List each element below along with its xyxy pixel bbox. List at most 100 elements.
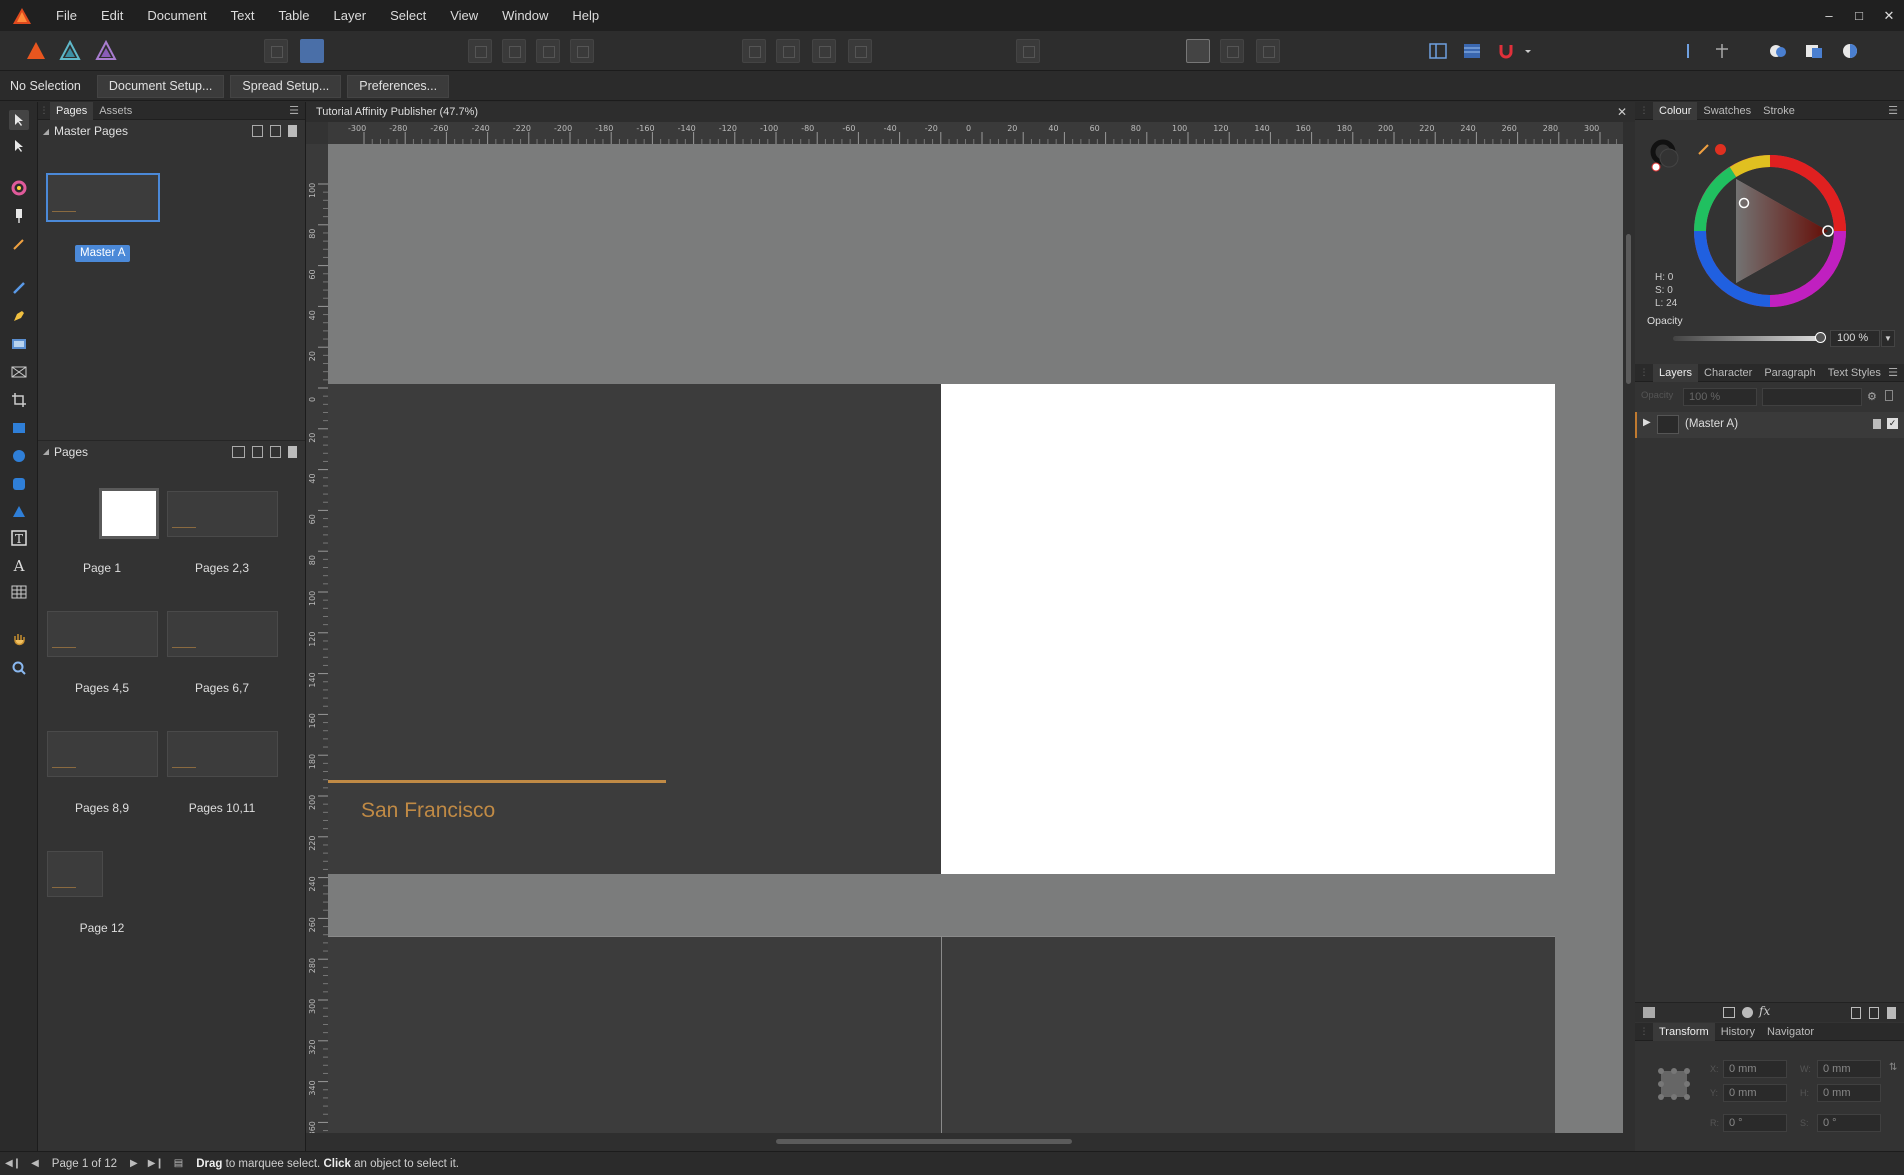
delete-page-trash-icon[interactable] (288, 445, 297, 458)
page-1-thumbnail[interactable] (99, 488, 159, 539)
horizontal-scroll-thumb[interactable] (776, 1139, 1072, 1144)
pages-4-5-thumbnail[interactable] (47, 611, 158, 657)
frame-text-tool-icon[interactable]: T (9, 528, 29, 548)
right-page[interactable] (941, 384, 1555, 874)
pencil-tool-icon[interactable] (9, 278, 29, 298)
pages-2-3-thumbnail[interactable] (167, 491, 278, 537)
boolean-add-icon[interactable] (1766, 39, 1790, 63)
layer-opacity-field[interactable]: 100 % (1683, 388, 1757, 406)
delete-layer-trash-icon[interactable] (1887, 1007, 1896, 1019)
toolbar-button[interactable] (570, 39, 594, 63)
menu-select[interactable]: Select (378, 0, 438, 31)
y-position-field[interactable]: 0 mm (1723, 1084, 1787, 1102)
vertical-scrollbar[interactable] (1623, 122, 1635, 1133)
lock-icon[interactable] (1885, 390, 1893, 401)
layer-row-master-a[interactable]: ▶ (Master A) ✓ (1635, 412, 1904, 438)
toolbar-button[interactable] (502, 39, 526, 63)
accent-line[interactable] (328, 780, 666, 783)
tab-stroke[interactable]: Stroke (1757, 102, 1801, 120)
snapping-options-chevron-down-icon[interactable] (1522, 39, 1534, 63)
page-12-thumbnail[interactable] (47, 851, 103, 897)
columns-icon[interactable] (1426, 39, 1450, 63)
photo-persona-icon[interactable] (94, 39, 118, 63)
zoom-tool-icon[interactable] (9, 658, 29, 678)
link-chain-icon[interactable]: ⇅ (1889, 1062, 1897, 1073)
tab-transform[interactable]: Transform (1653, 1022, 1715, 1041)
panel-grip-icon[interactable]: ⋮ (1635, 1026, 1653, 1037)
panel-menu-icon[interactable]: ☰ (1888, 104, 1904, 117)
toolbar-button[interactable] (1016, 39, 1040, 63)
panel-grip-icon[interactable]: ⋮ (1635, 105, 1653, 116)
document-tab[interactable]: Tutorial Affinity Publisher (47.7%) ✕ (306, 102, 1635, 122)
preview-mode-icon[interactable] (1186, 39, 1210, 63)
tab-paragraph[interactable]: Paragraph (1758, 364, 1821, 382)
collapse-triangle-icon[interactable]: ◢ (38, 447, 54, 456)
spread-2[interactable] (328, 936, 1555, 1133)
pages-8-9-thumbnail[interactable] (47, 731, 158, 777)
panel-menu-icon[interactable]: ☰ (1888, 366, 1904, 379)
artistic-text-tool-icon[interactable]: A (9, 556, 29, 576)
layer-lock-icon[interactable] (1873, 419, 1881, 429)
picture-frame-tool-icon[interactable] (9, 334, 29, 354)
menu-file[interactable]: File (44, 0, 89, 31)
eyedropper-tool-icon[interactable] (9, 234, 29, 254)
tab-character[interactable]: Character (1698, 364, 1758, 382)
menu-view[interactable]: View (438, 0, 490, 31)
canvas[interactable]: San Francisco (328, 144, 1623, 1133)
boolean-intersect-icon[interactable] (1838, 39, 1862, 63)
menu-text[interactable]: Text (219, 0, 267, 31)
page-options-icon[interactable]: ▤ (169, 1158, 188, 1169)
baseline-grid-icon[interactable] (1460, 39, 1484, 63)
toolbar-button[interactable] (468, 39, 492, 63)
menu-table[interactable]: Table (266, 0, 321, 31)
tab-assets[interactable]: Assets (93, 102, 138, 120)
last-page-icon[interactable]: ▶❙ (143, 1158, 169, 1169)
place-image-tool-icon[interactable] (9, 362, 29, 382)
layers-stack-icon[interactable] (1643, 1007, 1655, 1018)
ellipse-tool-icon[interactable] (9, 446, 29, 466)
crop-tool-icon[interactable] (9, 390, 29, 410)
horizontal-scrollbar[interactable] (306, 1133, 1635, 1151)
first-page-icon[interactable]: ◀❙ (0, 1158, 26, 1169)
blend-mode-select[interactable] (1762, 388, 1862, 406)
spread-setup-button[interactable]: Spread Setup... (230, 74, 342, 98)
tab-navigator[interactable]: Navigator (1761, 1023, 1820, 1041)
city-title-text[interactable]: San Francisco (361, 799, 495, 823)
close-document-icon[interactable]: ✕ (1617, 102, 1627, 122)
toolbar-button[interactable] (264, 39, 288, 63)
add-master-icon[interactable] (252, 125, 263, 137)
preferences-button[interactable]: Preferences... (347, 74, 450, 98)
fill-tool-icon[interactable] (9, 206, 29, 226)
toolbar-button[interactable] (812, 39, 836, 63)
tab-pages[interactable]: Pages (50, 101, 94, 120)
toolbar-button[interactable] (848, 39, 872, 63)
x-position-field[interactable]: 0 mm (1723, 1060, 1787, 1078)
expand-triangle-icon[interactable]: ▶ (1643, 417, 1651, 428)
layer-visibility-checkbox[interactable]: ✓ (1887, 418, 1898, 429)
tab-colour[interactable]: Colour (1653, 101, 1698, 120)
rotation-field[interactable]: 0 ° (1723, 1114, 1787, 1132)
move-forward-icon[interactable] (1676, 39, 1700, 63)
insert-pages-icon[interactable] (232, 445, 245, 458)
boolean-subtract-icon[interactable] (1802, 39, 1826, 63)
page-indicator[interactable]: Page 1 of 12 (44, 1158, 125, 1170)
pages-6-7-thumbnail[interactable] (167, 611, 278, 657)
vertical-scroll-thumb[interactable] (1626, 234, 1631, 384)
ruler-corner[interactable] (306, 122, 328, 144)
toolbar-button[interactable] (1220, 39, 1244, 63)
menu-window[interactable]: Window (490, 0, 560, 31)
publisher-persona-icon[interactable] (24, 39, 48, 63)
triangle-tool-icon[interactable] (9, 502, 29, 522)
move-tool-icon[interactable] (9, 110, 29, 130)
fill-stroke-swatch-icon[interactable] (1649, 138, 1685, 177)
layer-settings-gear-icon[interactable]: ⚙ (1867, 390, 1877, 403)
opacity-slider-handle[interactable] (1815, 332, 1826, 343)
toolbar-button[interactable] (742, 39, 766, 63)
rounded-rectangle-tool-icon[interactable] (9, 474, 29, 494)
panel-menu-icon[interactable]: ☰ (289, 104, 305, 117)
table-tool-icon[interactable] (9, 582, 29, 602)
adjustment-icon[interactable] (1742, 1007, 1753, 1018)
toolbar-button[interactable] (1256, 39, 1280, 63)
menu-document[interactable]: Document (135, 0, 218, 31)
menu-help[interactable]: Help (560, 0, 611, 31)
